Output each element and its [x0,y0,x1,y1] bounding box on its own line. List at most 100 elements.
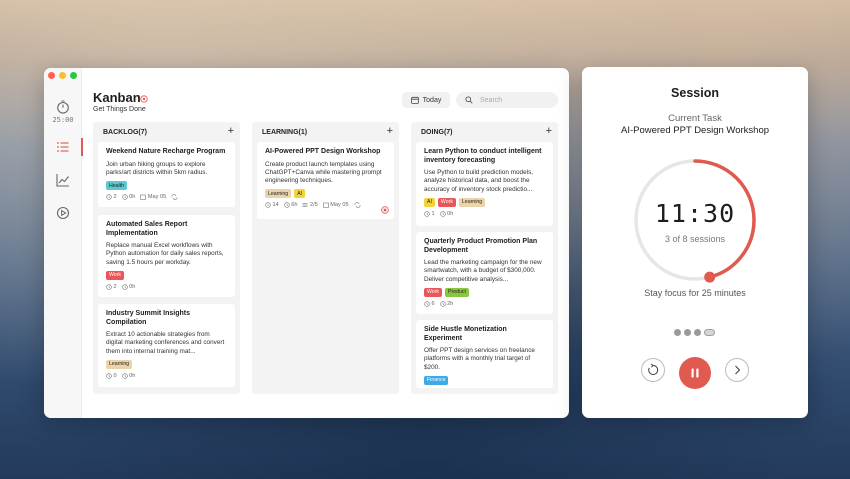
restart-icon [648,363,659,375]
pause-button[interactable] [679,357,711,389]
clock-icon [265,202,271,209]
clock-icon [121,373,128,379]
minimize-window-button[interactable] [59,72,66,79]
pomodoro-count: 6 [431,300,435,307]
session-window: Session Current Task AI-Powered PPT Desi… [582,67,808,418]
due-date: May 05 [147,194,167,201]
clock-icon [106,284,112,290]
column-backlog: BACKLOG(7) + Weekend Nature Recharge Pro… [93,122,240,394]
card-description: Use Python to build prediction models, a… [424,169,534,193]
tag-ai: AI [294,189,306,199]
session-title: Session [671,86,719,100]
clock-icon [424,301,430,307]
card-title: Side Hustle Monetization Experiment [424,326,507,342]
time-spent: 0h [129,194,136,201]
session-count: 3 of 8 sessions [664,234,726,244]
session-dots [674,329,715,336]
task-card[interactable]: Automated Sales Report Implementation Re… [98,215,235,297]
pomodoro-count: 2 [113,283,117,290]
subtask-count: 2/5 [309,202,318,209]
pomodoro-count: 2 [113,194,117,201]
time-spent: 2h [447,300,454,307]
checklist-icon [302,203,308,208]
sidebar-item-kanban[interactable] [44,138,83,156]
reset-button[interactable] [641,358,665,382]
tag-health: Health [106,181,127,191]
tag-work: Work [437,197,456,207]
task-card[interactable]: AI-Powered PPT Design Workshop Create pr… [257,142,394,219]
tag-work: Work [424,287,443,297]
current-task-name: AI-Powered PPT Design Workshop [620,125,770,136]
calendar-icon [322,203,329,209]
card-title: AI-Powered PPT Design Workshop [265,148,381,155]
column-learning: LEARNING(1) + AI-Powered PPT Design Work… [252,122,399,394]
today-button[interactable]: Today [402,92,450,108]
focus-hint: Stay focus for 25 minutes [644,288,746,298]
card-description: Replace manual Excel workflows with Pyth… [106,242,224,266]
kanban-window: 25:00 Kanban Get Things Done Today Searc… [44,68,569,418]
skip-button[interactable] [725,358,749,382]
chevron-right-icon [735,365,741,375]
time-spent: 0h [447,210,454,217]
task-card[interactable]: Learn Python to conduct intelligent inve… [416,142,553,226]
pomodoro-count: 0 [113,372,117,379]
active-indicator [81,138,83,156]
stopwatch-icon [57,100,69,114]
task-card[interactable]: Side Hustle Monetization Experiment Offe… [416,320,553,388]
session-dot-completed [674,329,681,336]
zoom-window-button[interactable] [70,72,77,79]
card-description: Offer PPT design services on freelance p… [424,347,535,371]
column-title: LEARNING(1) [262,129,308,136]
card-title: Industry Summit Insights Compilation [106,310,191,326]
clock-icon [284,202,290,209]
column-title: DOING(7) [421,129,453,136]
card-description: Lead the marketing campaign for the new … [424,259,542,283]
tag-learning: Learning [265,189,292,199]
session-dot-current [704,329,715,336]
task-card[interactable]: Quarterly Product Promotion Plan Develop… [416,232,553,314]
chart-line-icon [56,174,69,187]
tag-learning: Learning [458,197,486,207]
tag-ai: AI [424,197,435,207]
pomodoro-count: 14 [272,202,279,209]
search-icon [465,96,473,104]
settings-icon[interactable] [140,95,148,103]
search-input[interactable]: Search [456,92,558,108]
tag-work: Work [106,270,125,280]
window-controls [48,72,77,79]
time-spent: 0h [129,372,136,379]
clock-icon [106,373,112,379]
clock-icon [106,194,112,200]
card-title: Quarterly Product Promotion Plan Develop… [424,238,538,254]
column-title: BACKLOG(7) [103,129,147,136]
play-circle-icon [56,206,70,220]
calendar-icon [410,96,419,104]
column-doing: DOING(7) + Learn Python to conduct intel… [411,122,558,394]
close-window-button[interactable] [48,72,55,79]
current-task-label: Current Task [668,113,722,124]
clock-icon [121,194,128,200]
sidebar-item-stats[interactable] [44,173,82,187]
task-card[interactable]: Industry Summit Insights Compilation Ext… [98,304,235,387]
sidebar-item-timer[interactable]: 25:00 [44,100,82,124]
add-card-button[interactable]: + [546,125,552,137]
sidebar-timer-label: 25:00 [52,116,74,124]
tag-learning: Learning [106,359,133,369]
clock-icon [121,284,128,290]
calendar-icon [140,194,147,200]
time-spent: 0h [129,283,136,290]
add-card-button[interactable]: + [387,125,393,137]
due-date: May 05 [330,202,349,209]
card-description: Join urban hiking groups to explore park… [106,160,208,176]
list-icon [57,142,69,152]
repeat-icon [171,194,178,200]
add-card-button[interactable]: + [228,125,234,137]
clock-icon [439,211,446,217]
search-placeholder: Search [480,96,503,104]
page-title: Kanban [93,90,141,105]
sidebar-item-player[interactable] [44,206,82,220]
page-subtitle: Get Things Done [93,106,146,113]
task-card[interactable]: Weekend Nature Recharge Program Join urb… [98,142,235,207]
active-task-icon [381,206,389,214]
repeat-icon [354,202,360,209]
